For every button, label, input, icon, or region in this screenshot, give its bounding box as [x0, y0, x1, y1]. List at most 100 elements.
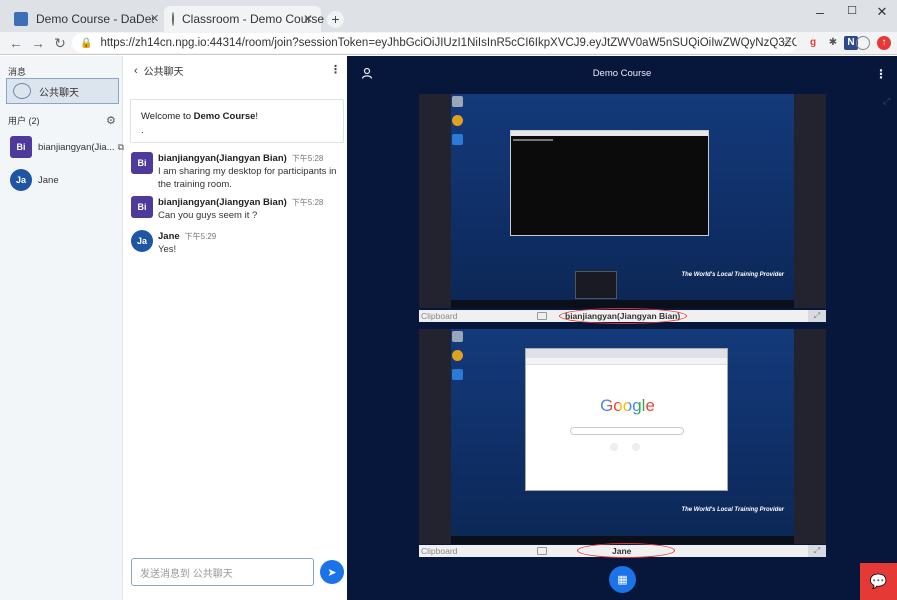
shared-screen-1[interactable]: The World's Local Training Provider [419, 94, 826, 308]
back-icon[interactable]: ← [8, 35, 24, 51]
sidebar-item-public-chat[interactable]: 公共聊天 [6, 78, 119, 104]
chat-title: 公共聊天 [143, 67, 184, 78]
chat-message-input[interactable]: 发送消息到 公共聊天 [131, 558, 314, 586]
reload-icon[interactable]: ↻ [52, 35, 68, 52]
dadesktop-favicon [14, 12, 28, 26]
puzzle-extension-icon[interactable]: ✱ [826, 36, 840, 50]
chrome-icon [452, 350, 463, 361]
sender-name: bianjiangyan(Jiangyan Bian) [158, 197, 287, 208]
close-window-button[interactable]: ✕ [872, 4, 892, 20]
message-text: Can you guys seem it ? [158, 210, 258, 221]
welcome-dot: . [141, 125, 144, 136]
messages-label: 消息 [8, 67, 27, 77]
support-chat-button[interactable]: 💬 [860, 563, 897, 600]
chevron-left-icon[interactable]: ‹ [134, 65, 138, 77]
highlight-ellipse [559, 308, 687, 324]
message-time: 下午5:28 [291, 198, 324, 207]
sender-name: bianjiangyan(Jiangyan Bian) [158, 153, 287, 164]
address-bar: ← → ↻ 🔒 https://zh14cn.npg.io:44314/room… [0, 32, 897, 55]
gear-icon[interactable]: ⚙ [106, 114, 116, 127]
tab-classroom[interactable]: Classroom - Demo Course ✕ [164, 6, 324, 32]
new-tab-button[interactable]: + [327, 11, 344, 28]
chrome-icon [452, 115, 463, 126]
user-item-bianjiangyan[interactable]: Bi bianjiangyan(Jia... ⧉ [10, 136, 124, 158]
more-options-icon[interactable]: ⋮ [330, 63, 341, 76]
grid-icon: ▦ [617, 574, 628, 586]
ie-icon [452, 134, 463, 145]
chat-message: Bi bianjiangyan(Jiangyan Bian) 下午5:28 Can… [131, 196, 343, 222]
avatar: Bi [131, 152, 153, 174]
tab-title: Demo Course - DaDesktop for [36, 12, 154, 26]
recycle-bin-icon [452, 96, 463, 107]
url-input[interactable]: 🔒 https://zh14cn.npg.io:44314/room/join?… [72, 33, 797, 53]
browser-tab-bar: Demo Course - DaDesktop for Classroom - … [0, 0, 897, 32]
highlight-ellipse [577, 543, 675, 558]
keyboard-icon[interactable] [537, 312, 547, 320]
close-tab-icon[interactable]: ✕ [150, 12, 159, 25]
more-options-icon[interactable]: ⋮ [875, 67, 887, 81]
profile-icon[interactable] [856, 36, 870, 50]
sidebar-item-label: 公共聊天 [39, 87, 79, 99]
avatar: Bi [10, 136, 32, 158]
chat-panel: ‹ 公共聊天 ⋮ Welcome to Demo Course! . Bi bi… [124, 56, 347, 600]
slogan-text: The World's Local Training Provider [681, 507, 784, 513]
avatar: Ja [10, 169, 32, 191]
avatar: Ja [131, 230, 153, 252]
url-text: https://zh14cn.npg.io:44314/room/join?se… [100, 37, 797, 49]
layout-grid-button[interactable]: ▦ [609, 566, 636, 593]
shortcut-icon[interactable] [610, 443, 618, 451]
welcome-course: Demo Course [193, 111, 256, 122]
add-shortcut-icon[interactable] [632, 443, 640, 451]
recycle-bin-icon [452, 331, 463, 342]
ie-icon [452, 369, 463, 380]
shared-screen-2[interactable]: Google The World's Local Training Provid… [419, 329, 826, 544]
fullscreen-icon[interactable]: ⤢ [808, 545, 826, 557]
clipboard-label[interactable]: Clipboard [421, 545, 457, 557]
globe-icon [172, 12, 174, 26]
minimize-button[interactable]: – [810, 4, 830, 20]
page-title: Demo Course [592, 68, 652, 79]
message-text: I am sharing my desktop for participants… [158, 166, 337, 190]
remote-desktop[interactable]: The World's Local Training Provider [451, 94, 794, 308]
fullscreen-icon[interactable]: ⤢ [808, 310, 826, 322]
remote-desktop[interactable]: Google The World's Local Training Provid… [451, 329, 794, 544]
message-time: 下午5:28 [291, 154, 324, 163]
slogan-text: The World's Local Training Provider [681, 272, 784, 278]
sidebar: 消息 公共聊天 用户 (2) ⚙ Bi bianjiangyan(Jia... … [0, 56, 124, 600]
update-icon[interactable]: ↑ [877, 36, 891, 50]
user-name: bianjiangyan(Jia... [38, 141, 115, 153]
tab-demo-course[interactable]: Demo Course - DaDesktop for [6, 6, 164, 32]
sender-name: Jane [158, 231, 180, 242]
keyboard-icon[interactable] [537, 547, 547, 555]
welcome-suffix: ! [255, 111, 259, 122]
g-extension-icon[interactable]: g [806, 36, 820, 50]
users-label: 用户 (2) [8, 116, 40, 126]
chat-header[interactable]: ‹ 公共聊天 [134, 63, 184, 79]
maximize-button[interactable]: ☐ [842, 4, 862, 17]
message-text: Yes! [158, 244, 177, 255]
chat-support-icon: 💬 [869, 573, 888, 589]
star-icon[interactable]: ☆ [780, 36, 794, 50]
send-icon: ➤ [327, 566, 337, 579]
avatar: Bi [131, 196, 153, 218]
message-time: 下午5:29 [184, 232, 217, 241]
user-item-jane[interactable]: Ja Jane [10, 169, 59, 191]
main-presentation-area: Demo Course ⋮ ⤢ The World's Local Traini… [347, 56, 897, 600]
expand-icon[interactable]: ⤢ [883, 96, 890, 107]
terminal-window[interactable] [510, 130, 709, 236]
close-tab-icon[interactable]: ✕ [303, 12, 313, 26]
browser-window[interactable]: Google [525, 348, 728, 491]
forward-icon[interactable]: → [30, 35, 46, 51]
welcome-prefix: Welcome to [141, 111, 194, 122]
input-placeholder: 发送消息到 公共聊天 [140, 568, 233, 580]
remote-taskbar [451, 300, 794, 308]
taskbar-thumbnail [575, 271, 617, 299]
google-logo: Google [600, 396, 655, 415]
send-button[interactable]: ➤ [320, 560, 344, 584]
chat-message: Bi bianjiangyan(Jiangyan Bian) 下午5:28 I a… [131, 152, 343, 191]
google-search-input[interactable] [570, 427, 684, 435]
clipboard-label[interactable]: Clipboard [421, 310, 457, 322]
welcome-message: Welcome to Demo Course! . [130, 99, 344, 143]
chat-bubble-icon [13, 83, 31, 99]
chat-message: Ja Jane 下午5:29 Yes! [131, 230, 343, 256]
